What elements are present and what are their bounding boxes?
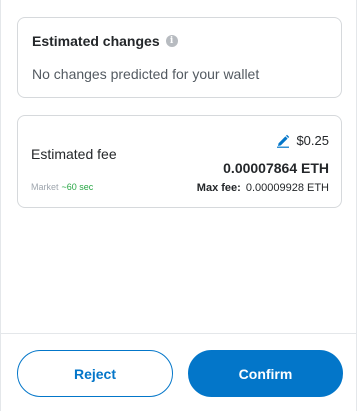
estimated-fee-card: Estimated fee $0.25 0.00007864 ETH Marke… <box>17 115 342 208</box>
estimated-changes-title: Estimated changes <box>32 33 160 49</box>
market-label: Market <box>31 182 59 192</box>
pencil-icon[interactable] <box>276 134 290 148</box>
info-icon[interactable]: i <box>165 35 178 47</box>
max-fee-label: Max fee: <box>196 182 241 194</box>
max-fee-value: 0.00009928 ETH <box>245 182 329 194</box>
estimated-changes-message: No changes predicted for your wallet <box>32 66 260 82</box>
confirm-button[interactable]: Confirm <box>188 350 343 397</box>
estimated-changes-heading: Estimated changes i <box>32 33 178 49</box>
reject-button[interactable]: Reject <box>17 350 173 397</box>
confirmation-panel: Estimated changes i No changes predicted… <box>0 0 357 411</box>
market-time: ~60 sec <box>61 182 94 192</box>
fee-usd-row: $0.25 <box>276 133 329 148</box>
market-speed: Market ~60 sec <box>31 182 93 192</box>
footer-divider <box>1 333 357 334</box>
estimated-fee-label: Estimated fee <box>31 146 117 162</box>
fee-eth-value: 0.00007864 ETH <box>223 160 329 176</box>
estimated-changes-card: Estimated changes i No changes predicted… <box>17 17 342 98</box>
fee-usd-value: $0.25 <box>296 133 329 148</box>
max-fee-row: Max fee: 0.00009928 ETH <box>197 182 329 194</box>
